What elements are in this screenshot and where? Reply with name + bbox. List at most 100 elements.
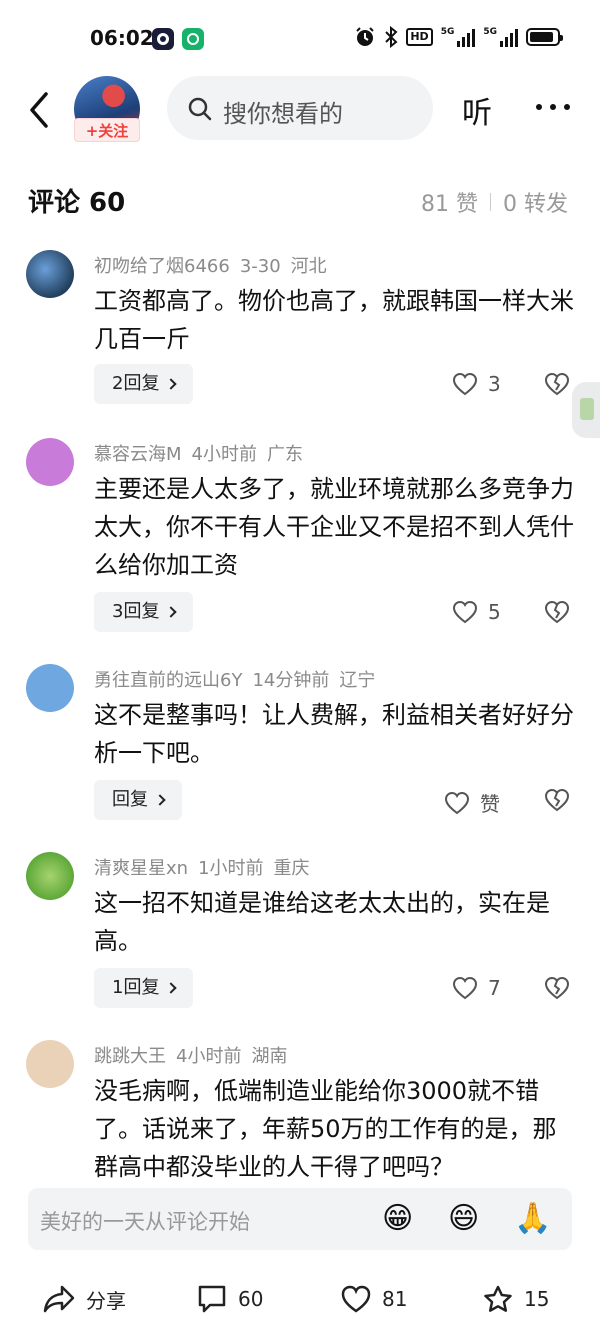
comment-meta: 清爽星星xn 1小时前 重庆 — [94, 854, 320, 880]
more-menu-icon[interactable] — [536, 92, 570, 122]
avatar[interactable] — [26, 438, 74, 486]
floating-side-tab[interactable] — [572, 382, 600, 438]
comment-location: 重庆 — [273, 858, 310, 879]
reply-label: 1回复 — [112, 977, 160, 998]
reply-button[interactable]: 1回复 — [94, 968, 194, 1008]
heart-icon — [452, 372, 478, 396]
laugh-emoji-icon[interactable]: 😄 — [448, 1201, 479, 1237]
like-button[interactable]: 3 — [452, 372, 501, 396]
battery-icon — [526, 28, 563, 46]
star-icon — [484, 1285, 512, 1312]
chevron-right-icon — [154, 794, 166, 806]
comment-meta: 慕容云海M 4小时前 广东 — [94, 440, 313, 466]
comment-location: 河北 — [290, 256, 327, 277]
heart-icon — [444, 791, 470, 814]
app-a-icon — [152, 28, 174, 50]
comment-text: 这一招不知道是谁给这老太太出的，实在是高。 — [94, 889, 550, 955]
comment-username[interactable]: 勇往直前的远山6Y — [94, 670, 242, 691]
comment-meta: 初吻给了烟6466 3-30 河北 — [94, 252, 337, 278]
like-post-button[interactable]: 81 — [340, 1284, 407, 1314]
heart-icon — [452, 976, 478, 1000]
share-button[interactable]: 分享 — [42, 1284, 126, 1314]
like-count: 赞 — [480, 792, 500, 816]
comment-username[interactable]: 初吻给了烟6466 — [94, 256, 230, 277]
like-button[interactable]: 7 — [452, 976, 501, 1000]
comment-username[interactable]: 慕容云海M — [94, 444, 182, 465]
comment-time: 14分钟前 — [252, 670, 330, 691]
comment-time: 4小时前 — [191, 444, 257, 465]
avatar[interactable] — [26, 1040, 74, 1088]
reply-button[interactable]: 2回复 — [94, 364, 194, 404]
like-count: 3 — [488, 372, 501, 396]
like-button[interactable]: 5 — [452, 600, 501, 624]
comment-time: 1小时前 — [198, 858, 264, 879]
reply-label: 2回复 — [112, 373, 160, 394]
reply-label: 3回复 — [112, 601, 160, 622]
like-post-count: 81 — [382, 1287, 408, 1311]
dislike-icon[interactable] — [544, 976, 570, 1000]
search-placeholder: 搜你想看的 — [223, 100, 343, 128]
comment-username[interactable]: 跳跳大王 — [94, 1046, 166, 1067]
like-count: 7 — [488, 976, 501, 1000]
comment-location: 湖南 — [251, 1046, 288, 1067]
comment-text: 没毛病啊，低端制造业能给你3000就不错了。话说来了，年薪50万的工作有的是，那… — [94, 1077, 557, 1180]
comments-title: 评论 60 — [28, 188, 126, 218]
comment-username[interactable]: 清爽星星xn — [94, 858, 188, 879]
listen-button[interactable]: 听 — [462, 88, 492, 132]
comment-location: 广东 — [266, 444, 303, 465]
favorite-count: 15 — [524, 1287, 550, 1311]
signal-label: 5G — [440, 27, 455, 37]
search-icon — [188, 97, 212, 121]
alarm-icon — [356, 27, 375, 46]
heart-icon — [452, 600, 478, 624]
reply-label: 回复 — [112, 789, 148, 810]
back-arrow-icon[interactable] — [22, 88, 58, 132]
signal-label-2: 5G — [483, 27, 497, 37]
avatar[interactable] — [26, 852, 74, 900]
chevron-right-icon — [165, 982, 178, 994]
search-bar[interactable]: 搜你想看的 — [167, 76, 433, 140]
comment-location: 辽宁 — [339, 670, 376, 691]
share-icon — [43, 1285, 75, 1313]
comment-button[interactable]: 60 — [196, 1284, 263, 1314]
comment-text: 这不是整事吗！让人费解，利益相关者好好分析一下吧。 — [94, 701, 574, 767]
grin-emoji-icon[interactable]: 😁 — [382, 1201, 413, 1237]
comment-icon — [198, 1285, 226, 1313]
share-label: 分享 — [86, 1288, 126, 1313]
comment-text: 工资都高了。物价也高了，就跟韩国一样大米几百一斤 — [94, 287, 574, 353]
comment-text: 主要还是人太多了，就业环境就那么多竞争力太大，你不干有人干企业又不是招不到人凭什… — [94, 475, 574, 579]
comment-input-placeholder: 美好的一天从评论开始 — [40, 1210, 250, 1234]
author-avatar[interactable]: +关注 — [72, 74, 142, 144]
hd-icon: HD — [406, 28, 433, 46]
dislike-icon[interactable] — [544, 372, 570, 396]
app-b-icon — [182, 28, 204, 50]
reply-button[interactable]: 3回复 — [94, 592, 194, 632]
likes-stat: 81 赞 — [421, 192, 478, 217]
chevron-right-icon — [165, 378, 178, 390]
dislike-icon[interactable] — [544, 600, 570, 624]
comment-input[interactable]: 美好的一天从评论开始 😁 😄 🙏 — [28, 1188, 572, 1250]
status-icons: HD 5G 5G — [354, 26, 563, 48]
avatar[interactable] — [26, 664, 74, 712]
like-button[interactable]: 赞 — [444, 788, 500, 817]
top-nav: +关注 搜你想看的 听 — [0, 74, 600, 148]
avatar[interactable] — [26, 250, 74, 298]
favorite-button[interactable]: 15 — [482, 1284, 549, 1314]
like-count: 5 — [488, 600, 501, 624]
comments-header: 评论 60 81 赞 0 转发 — [28, 178, 572, 222]
stats-divider — [490, 193, 491, 211]
status-bar: 06:02 HD 5G 5G — [0, 0, 600, 70]
bottom-action-bar: 分享 60 81 15 — [0, 1270, 600, 1330]
heart-icon — [341, 1285, 371, 1313]
comment-time: 3-30 — [239, 256, 281, 277]
comment-time: 4小时前 — [176, 1046, 242, 1067]
dislike-icon[interactable] — [544, 788, 570, 812]
comments-stats: 81 赞 0 转发 — [421, 186, 568, 218]
comment-item: 跳跳大王 4小时前 湖南 没毛病啊，低端制造业能给你3000就不错了。话说来了，年薪… — [0, 1040, 600, 1180]
follow-button[interactable]: +关注 — [74, 118, 140, 142]
comment-meta: 跳跳大王 4小时前 湖南 — [94, 1042, 297, 1068]
pray-emoji-icon[interactable]: 🙏 — [514, 1201, 551, 1237]
reply-button[interactable]: 回复 — [94, 780, 182, 820]
comment-count: 60 — [238, 1287, 264, 1311]
signal-5g-icon-2: 5G — [483, 27, 518, 47]
